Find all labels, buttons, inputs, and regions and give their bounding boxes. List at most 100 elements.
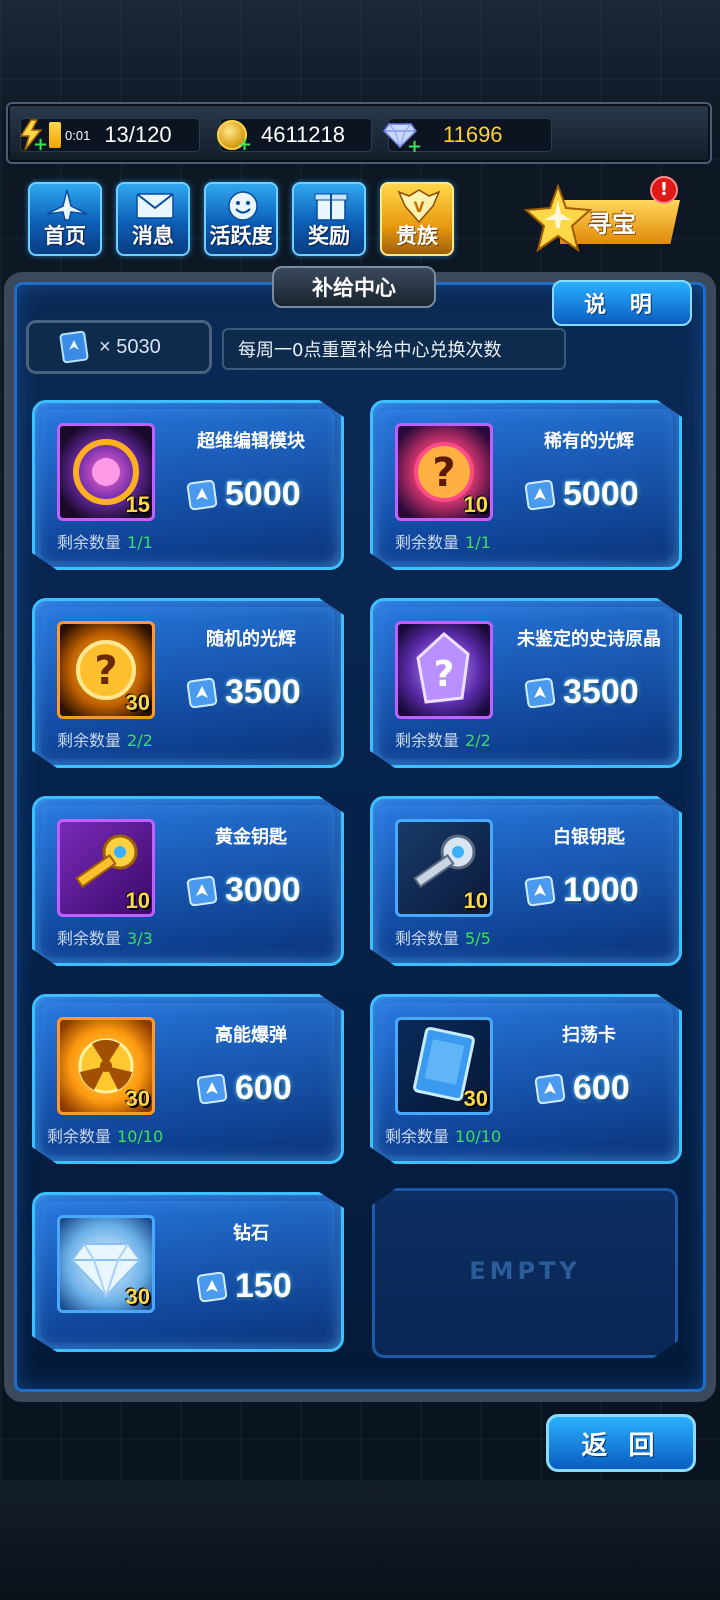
item-price: 5000 (185, 475, 301, 514)
remaining-count: 剩余数量 10/10 (47, 1123, 163, 1147)
plus-icon[interactable]: + (407, 138, 423, 156)
price-value: 3500 (563, 673, 639, 711)
price-value: 1000 (563, 871, 639, 909)
item-quantity: 10 (463, 888, 488, 913)
supply-ticket-icon (185, 676, 219, 710)
item-card[interactable]: 10 白银钥匙 1000 剩余数量 5/5 (370, 796, 682, 966)
remaining-count: 剩余数量 2/2 (57, 727, 153, 751)
notification-badge: ! (650, 176, 678, 204)
item-card[interactable]: 30 扫荡卡 600 剩余数量 10/10 (370, 994, 682, 1164)
nav-rewards-button[interactable]: 奖励 (292, 182, 366, 256)
item-card[interactable]: 15 超维编辑模块 5000 剩余数量 1/1 (32, 400, 344, 570)
envelope-icon (131, 188, 179, 224)
remaining-value: 2/2 (465, 731, 491, 750)
item-name: 超维编辑模块 (197, 431, 305, 452)
item-card[interactable]: 30 钻石 150 (32, 1192, 344, 1352)
remaining-label: 剩余数量 (57, 731, 122, 750)
remaining-count: 剩余数量 2/2 (395, 727, 491, 751)
item-quantity: 10 (125, 888, 150, 913)
gold-resource[interactable]: + 4611218 (217, 118, 372, 154)
empty-label: EMPTY (469, 1257, 581, 1285)
item-price: 3500 (523, 673, 639, 712)
treasure-label: 寻宝 (588, 210, 636, 238)
item-card[interactable]: 30 高能爆弹 600 剩余数量 10/10 (32, 994, 344, 1164)
smiley-icon (219, 188, 267, 224)
gem-resource[interactable]: + 11696 (383, 118, 552, 156)
item-card[interactable]: ? 30 随机的光辉 3500 剩余数量 2/2 (32, 598, 344, 768)
empty-slot: EMPTY (372, 1188, 678, 1358)
energy-value: 13/120 (104, 122, 172, 147)
gem-value: 11696 (443, 122, 503, 147)
remaining-count: 剩余数量 1/1 (395, 529, 491, 553)
remaining-count: 剩余数量 5/5 (395, 925, 491, 949)
explain-button[interactable]: 说 明 (552, 280, 692, 326)
silver-key-icon: 10 (395, 819, 493, 917)
remaining-count: 剩余数量 3/3 (57, 925, 153, 949)
item-quantity: 30 (463, 1086, 488, 1111)
nav-vip-button[interactable]: V 贵族 (380, 182, 454, 256)
remaining-label: 剩余数量 (395, 533, 460, 552)
supply-ticket-icon (523, 676, 557, 710)
item-price: 5000 (523, 475, 639, 514)
price-value: 3500 (225, 673, 301, 711)
energy-resource[interactable]: + 0:01 13/120 (17, 118, 200, 154)
item-name: 稀有的光辉 (544, 431, 634, 452)
ticket-count: × 5030 (99, 335, 161, 358)
timer-text: 0:01 (65, 127, 91, 143)
nav-activity-button[interactable]: 活跃度 (204, 182, 278, 256)
diamond-icon: + (383, 122, 422, 156)
item-name: 黄金钥匙 (215, 827, 287, 848)
coin-icon: + (217, 120, 252, 154)
item-card[interactable]: ? 未鉴定的史诗原晶 3500 剩余数量 2/2 (370, 598, 682, 768)
bottom-decoration (0, 1480, 720, 1600)
sweep-card-icon: 30 (395, 1017, 493, 1115)
supply-ticket-icon (195, 1270, 229, 1304)
svg-text:?: ? (432, 450, 455, 496)
remaining-value: 5/5 (465, 929, 491, 948)
gift-icon (307, 188, 355, 224)
epic-crystal-icon: ? (395, 621, 493, 719)
price-value: 600 (573, 1069, 630, 1107)
item-name: 未鉴定的史诗原晶 (517, 629, 661, 650)
remaining-label: 剩余数量 (395, 929, 460, 948)
supply-ticket-icon (185, 874, 219, 908)
lightning-icon: + (17, 118, 49, 154)
price-value: 150 (235, 1267, 292, 1305)
jet-icon (43, 188, 91, 224)
back-button[interactable]: 返 回 (546, 1414, 696, 1472)
nav-home-button[interactable]: 首页 (28, 182, 102, 256)
item-quantity: 10 (463, 492, 488, 517)
nav-label: 首页 (44, 224, 86, 248)
item-price: 3000 (185, 871, 301, 910)
remaining-value: 2/2 (127, 731, 153, 750)
rare-glow-icon: ? 10 (395, 423, 493, 521)
remaining-label: 剩余数量 (57, 533, 122, 552)
bomb-icon: 30 (57, 1017, 155, 1115)
price-value: 5000 (563, 475, 639, 513)
status-bar: + 0:01 13/120 + 4611218 + 11696 (6, 102, 712, 164)
remaining-value: 3/3 (127, 929, 153, 948)
plus-icon[interactable]: + (237, 136, 253, 154)
price-value: 5000 (225, 475, 301, 513)
item-name: 高能爆弹 (215, 1025, 287, 1046)
item-card[interactable]: 10 黄金钥匙 3000 剩余数量 3/3 (32, 796, 344, 966)
panel-title-text: 补给中心 (312, 276, 396, 300)
item-price: 150 (195, 1267, 292, 1306)
nav-label: 奖励 (308, 224, 350, 248)
remaining-count: 剩余数量 10/10 (385, 1123, 501, 1147)
item-quantity: 15 (125, 492, 150, 517)
item-price: 1000 (523, 871, 639, 910)
plus-icon[interactable]: + (33, 136, 49, 154)
item-card[interactable]: ? 10 稀有的光辉 5000 剩余数量 1/1 (370, 400, 682, 570)
item-name: 白银钥匙 (553, 827, 625, 848)
remaining-label: 剩余数量 (395, 731, 460, 750)
nav-messages-button[interactable]: 消息 (116, 182, 190, 256)
supply-ticket-icon (59, 330, 89, 364)
edit-module-icon: 15 (57, 423, 155, 521)
diamond-icon: 30 (57, 1215, 155, 1313)
item-quantity: 30 (125, 690, 150, 715)
remaining-value: 10/10 (117, 1127, 164, 1146)
vip-badge-icon: V (395, 188, 443, 224)
remaining-label: 剩余数量 (57, 929, 122, 948)
panel-title: 补给中心 (272, 266, 436, 308)
